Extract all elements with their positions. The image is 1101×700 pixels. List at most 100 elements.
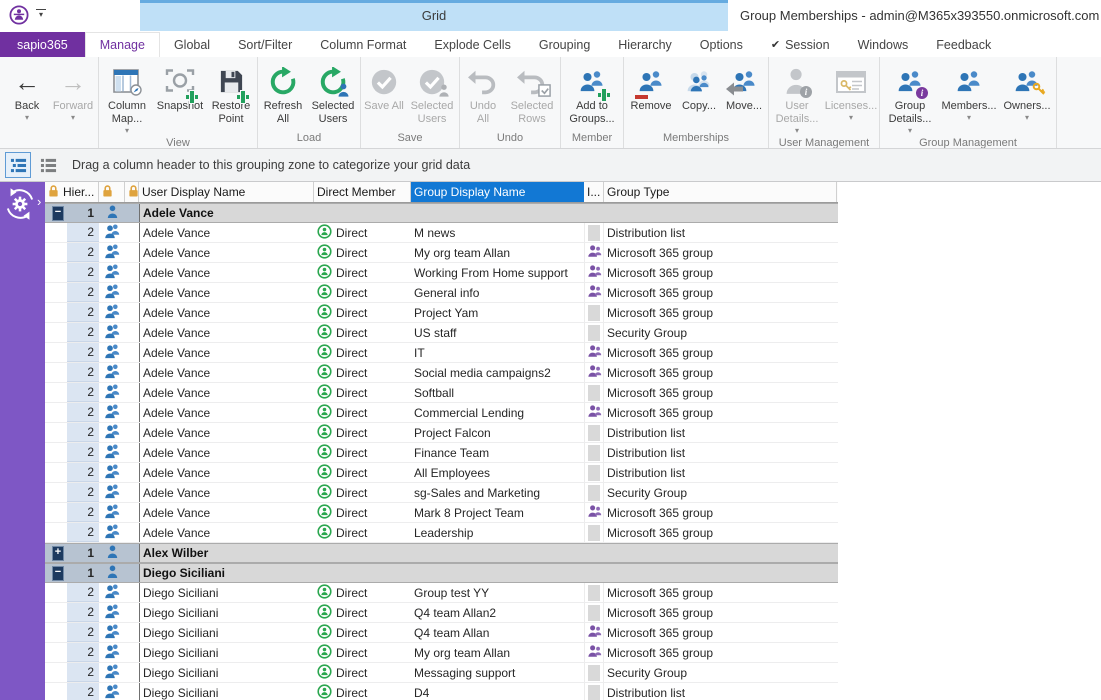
direct-member-cell[interactable]: Direct	[314, 223, 411, 242]
group-display-name-cell[interactable]: Mark 8 Project Team	[411, 503, 584, 522]
group-display-name-cell[interactable]: All Employees	[411, 463, 584, 482]
direct-member-cell[interactable]: Direct	[314, 303, 411, 322]
hierarchy-level-cell[interactable]: 2	[67, 503, 99, 522]
column-header-direct-member[interactable]: Direct Member	[314, 182, 411, 202]
user-type-icon-cell[interactable]	[99, 363, 125, 382]
user-display-name-cell[interactable]: Adele Vance	[139, 343, 314, 362]
direct-member-cell[interactable]: Direct	[314, 463, 411, 482]
user-display-name-cell[interactable]: Diego Siciliani	[139, 643, 314, 662]
group-type-cell[interactable]: Security Group	[604, 483, 837, 502]
group-icon-cell[interactable]	[584, 303, 604, 322]
user-type-icon-cell[interactable]	[99, 243, 125, 262]
group-type-cell[interactable]: Microsoft 365 group	[604, 303, 837, 322]
direct-member-cell[interactable]: Direct	[314, 483, 411, 502]
user-display-name-cell[interactable]: Diego Siciliani	[139, 663, 314, 682]
user-display-name-cell[interactable]: Adele Vance	[139, 223, 314, 242]
add-to-groups-button[interactable]: Add to Groups...	[562, 58, 622, 127]
group-name-cell[interactable]: Adele Vance	[139, 204, 837, 222]
group-display-name-cell[interactable]: D4	[411, 683, 584, 700]
quick-access-customize-icon[interactable]: ▾	[36, 9, 46, 19]
tab-column-format[interactable]: Column Format	[306, 32, 420, 57]
collapse-button[interactable]: −	[52, 206, 64, 221]
group-display-name-cell[interactable]: Commercial Lending	[411, 403, 584, 422]
expand-button[interactable]: +	[52, 546, 64, 561]
user-type-icon-cell[interactable]	[99, 603, 125, 622]
user-type-icon-cell[interactable]	[99, 443, 125, 462]
direct-member-cell[interactable]: Direct	[314, 603, 411, 622]
hierarchy-level-cell[interactable]: 2	[67, 283, 99, 302]
user-display-name-cell[interactable]: Adele Vance	[139, 463, 314, 482]
group-type-cell[interactable]: Distribution list	[604, 443, 837, 462]
user-type-icon-cell[interactable]	[99, 463, 125, 482]
hierarchy-level-cell[interactable]: 2	[67, 483, 99, 502]
group-display-name-cell[interactable]: Working From Home support	[411, 263, 584, 282]
undo-all-button[interactable]: Undo All	[461, 58, 505, 127]
selected-users-button[interactable]: Selected Users	[406, 58, 458, 127]
group-icon-cell[interactable]	[584, 523, 604, 542]
user-type-icon-cell[interactable]	[99, 623, 125, 642]
group-type-cell[interactable]: Microsoft 365 group	[604, 263, 837, 282]
user-type-icon-cell[interactable]	[99, 343, 125, 362]
column-header-i[interactable]: I...	[584, 182, 604, 202]
group-type-cell[interactable]: Distribution list	[604, 463, 837, 482]
tab-feedback[interactable]: Feedback	[922, 32, 1005, 57]
refresh-all-button[interactable]: Refresh All	[259, 58, 307, 127]
tab-hierarchy[interactable]: Hierarchy	[604, 32, 686, 57]
group-icon-cell[interactable]	[584, 583, 604, 602]
tab-manage[interactable]: Manage	[85, 32, 160, 57]
snapshot-button[interactable]: Snapshot	[154, 58, 206, 114]
hierarchy-level-cell[interactable]: 1	[67, 204, 99, 222]
hierarchy-level-cell[interactable]: 2	[67, 603, 99, 622]
user-display-name-cell[interactable]: Diego Siciliani	[139, 683, 314, 700]
tab-global[interactable]: Global	[160, 32, 224, 57]
group-type-cell[interactable]: Microsoft 365 group	[604, 403, 837, 422]
user-type-icon-cell[interactable]	[99, 643, 125, 662]
user-type-icon-cell[interactable]	[99, 383, 125, 402]
group-icon-cell[interactable]	[584, 363, 604, 382]
hierarchy-level-cell[interactable]: 2	[67, 523, 99, 542]
direct-member-cell[interactable]: Direct	[314, 243, 411, 262]
group-display-name-cell[interactable]: M news	[411, 223, 584, 242]
user-type-icon-cell[interactable]	[99, 403, 125, 422]
group-icon-cell[interactable]	[584, 423, 604, 442]
direct-member-cell[interactable]: Direct	[314, 283, 411, 302]
group-icon-cell[interactable]	[584, 263, 604, 282]
group-display-name-cell[interactable]: Social media campaigns2	[411, 363, 584, 382]
members-button[interactable]: Members...▾	[939, 58, 999, 123]
direct-member-cell[interactable]: Direct	[314, 443, 411, 462]
group-icon-cell[interactable]	[584, 223, 604, 242]
user-display-name-cell[interactable]: Adele Vance	[139, 403, 314, 422]
group-icon-cell[interactable]	[584, 663, 604, 682]
group-icon-cell[interactable]	[584, 483, 604, 502]
hierarchy-level-cell[interactable]: 2	[67, 363, 99, 382]
column-map-button[interactable]: Column Map...▾	[100, 58, 154, 136]
collapse-button[interactable]: −	[52, 566, 64, 581]
user-type-icon-cell[interactable]	[99, 423, 125, 442]
user-display-name-cell[interactable]: Adele Vance	[139, 443, 314, 462]
back-button[interactable]: ←Back▾	[5, 58, 49, 123]
user-display-name-cell[interactable]: Adele Vance	[139, 483, 314, 502]
group-icon-cell[interactable]	[584, 463, 604, 482]
group-type-cell[interactable]: Microsoft 365 group	[604, 623, 837, 642]
hierarchy-level-cell[interactable]: 2	[67, 403, 99, 422]
hierarchy-level-cell[interactable]: 2	[67, 443, 99, 462]
direct-member-cell[interactable]: Direct	[314, 423, 411, 442]
group-icon-cell[interactable]	[584, 503, 604, 522]
group-type-cell[interactable]: Microsoft 365 group	[604, 343, 837, 362]
group-display-name-cell[interactable]: Leadership	[411, 523, 584, 542]
hierarchy-level-cell[interactable]: 2	[67, 643, 99, 662]
hierarchy-level-cell[interactable]: 2	[67, 383, 99, 402]
direct-member-cell[interactable]: Direct	[314, 643, 411, 662]
user-type-icon-cell[interactable]	[99, 204, 125, 222]
hierarchy-level-cell[interactable]: 1	[67, 564, 99, 582]
direct-member-cell[interactable]: Direct	[314, 683, 411, 700]
sidebar-expand-chevron-icon[interactable]: ›	[37, 194, 41, 209]
group-type-cell[interactable]: Distribution list	[604, 423, 837, 442]
user-display-name-cell[interactable]: Adele Vance	[139, 423, 314, 442]
settings-gear-icon[interactable]	[2, 186, 38, 222]
direct-member-cell[interactable]: Direct	[314, 663, 411, 682]
group-display-name-cell[interactable]: Q4 team Allan	[411, 623, 584, 642]
direct-member-cell[interactable]: Direct	[314, 323, 411, 342]
column-header-locked[interactable]	[99, 182, 125, 202]
user-display-name-cell[interactable]: Adele Vance	[139, 503, 314, 522]
